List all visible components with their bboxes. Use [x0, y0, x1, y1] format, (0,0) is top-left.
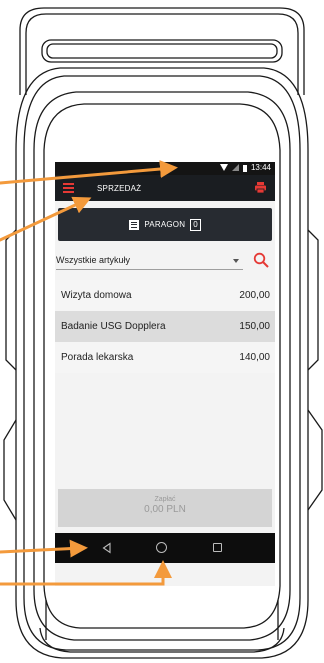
item-price: 200,00: [239, 290, 270, 301]
item-name: Badanie USG Dopplera: [61, 321, 166, 332]
list-item[interactable]: Porada lekarska 140,00: [55, 342, 275, 373]
list-item[interactable]: Badanie USG Dopplera 150,00: [55, 311, 275, 342]
app-bar: SPRZEDAŻ: [55, 175, 275, 201]
printer-icon[interactable]: [254, 181, 267, 194]
pay-label: Zapłać: [154, 496, 176, 503]
android-nav-bar: [55, 533, 275, 563]
status-bar: 13:44: [55, 162, 275, 175]
pay-button[interactable]: Zapłać 0,00 PLN: [58, 489, 272, 527]
signal-icon: [231, 164, 239, 171]
item-name: Wizyta domowa: [61, 290, 132, 301]
wifi-icon: [219, 164, 228, 171]
item-price: 150,00: [239, 321, 270, 332]
recent-apps-icon[interactable]: [213, 543, 222, 552]
search-icon[interactable]: [253, 252, 269, 268]
status-icons: 13:44: [219, 163, 271, 172]
receipt-count-badge: 0: [190, 218, 201, 231]
battery-icon: [242, 164, 247, 172]
receipt-label: PARAGON: [144, 220, 186, 229]
hamburger-menu-icon[interactable]: [63, 183, 74, 193]
list-item[interactable]: Wizyta domowa 200,00: [55, 280, 275, 311]
receipt-button[interactable]: PARAGON 0: [58, 208, 272, 241]
category-dropdown[interactable]: Wszystkie artykuły: [56, 252, 243, 270]
product-list: Wizyta domowa 200,00 Badanie USG Doppler…: [55, 280, 275, 373]
back-icon[interactable]: [101, 542, 113, 554]
home-icon[interactable]: [156, 542, 167, 553]
item-name: Porada lekarska: [61, 352, 134, 363]
pay-amount: 0,00 PLN: [144, 504, 186, 515]
phone-screen: 13:44 SPRZEDAŻ PARAGON 0 Wszystkie artyk…: [55, 162, 275, 586]
chevron-down-icon: [233, 259, 239, 263]
filter-row: Wszystkie artykuły: [55, 249, 275, 273]
item-price: 140,00: [239, 352, 270, 363]
page-title: SPRZEDAŻ: [97, 184, 142, 193]
receipt-icon: [129, 219, 140, 230]
status-time: 13:44: [250, 163, 271, 172]
category-dropdown-value: Wszystkie artykuły: [56, 255, 131, 265]
